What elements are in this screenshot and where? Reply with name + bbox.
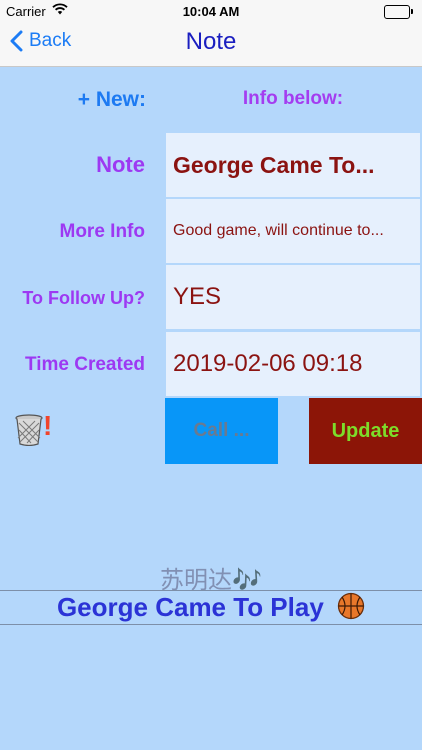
update-button-label: Update [331,419,400,442]
more-info-value: Good game, will continue to... [173,222,384,239]
follow-up-label: To Follow Up? [22,288,145,308]
update-button[interactable]: Update [309,398,422,464]
alert-icon: ! [43,410,53,441]
navigation-bar: Back Note [0,22,422,67]
note-value: George Came To... [173,151,375,178]
call-button-label: Call ... [193,420,250,441]
divider-bottom [0,624,422,625]
more-info-field[interactable]: Good game, will continue to... [166,199,420,263]
basketball-icon [337,592,365,627]
follow-up-value: YES [173,283,222,310]
note-title-display: George Came To Play [0,592,422,627]
note-label: Note [96,152,145,177]
new-note-button[interactable]: + New: [0,88,146,112]
note-field[interactable]: George Came To... [166,133,420,197]
time-created-field[interactable]: 2019-02-06 09:18 [166,332,420,396]
divider-top [0,590,422,591]
time-created-label: Time Created [24,354,145,375]
clock: 10:04 AM [182,4,240,19]
follow-up-field[interactable]: YES [166,265,420,329]
note-title-text: George Came To Play [56,592,324,622]
time-created-value: 2019-02-06 09:18 [173,350,363,377]
trash-can-icon[interactable] [14,414,44,451]
call-button[interactable]: Call ... [165,398,278,464]
battery-icon [384,5,413,19]
more-info-label: More Info [59,221,146,242]
status-bar: Carrier 10:04 AM [0,0,422,22]
info-below-label: Info below: [242,88,344,109]
page-title: Note [185,28,237,55]
